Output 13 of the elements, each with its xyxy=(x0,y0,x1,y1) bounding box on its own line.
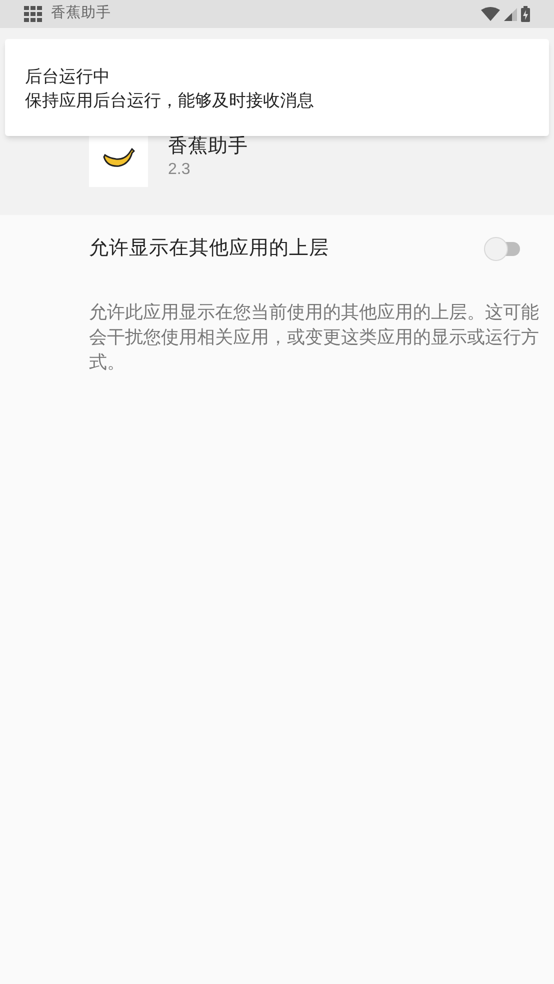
status-bar-title: 香蕉助手 xyxy=(51,4,111,24)
notification-message: 保持应用后台运行，能够及时接收消息 xyxy=(25,90,315,112)
app-version: 2.3 xyxy=(168,160,192,180)
banana-icon xyxy=(102,146,134,168)
app-name: 香蕉助手 xyxy=(168,134,248,159)
battery-icon xyxy=(521,6,530,22)
grid-icon xyxy=(24,6,42,22)
signal-icon xyxy=(504,8,517,20)
notification-title: 后台运行中 xyxy=(25,66,111,88)
wifi-icon xyxy=(481,7,500,21)
overlay-toggle[interactable] xyxy=(484,236,522,261)
setting-label: 允许显示在其他应用的上层 xyxy=(89,236,329,261)
setting-description: 允许此应用显示在您当前使用的其他应用的上层。这可能会干扰您使用相关应用，或变更这类应用的显示或运行方式。 xyxy=(89,301,540,374)
